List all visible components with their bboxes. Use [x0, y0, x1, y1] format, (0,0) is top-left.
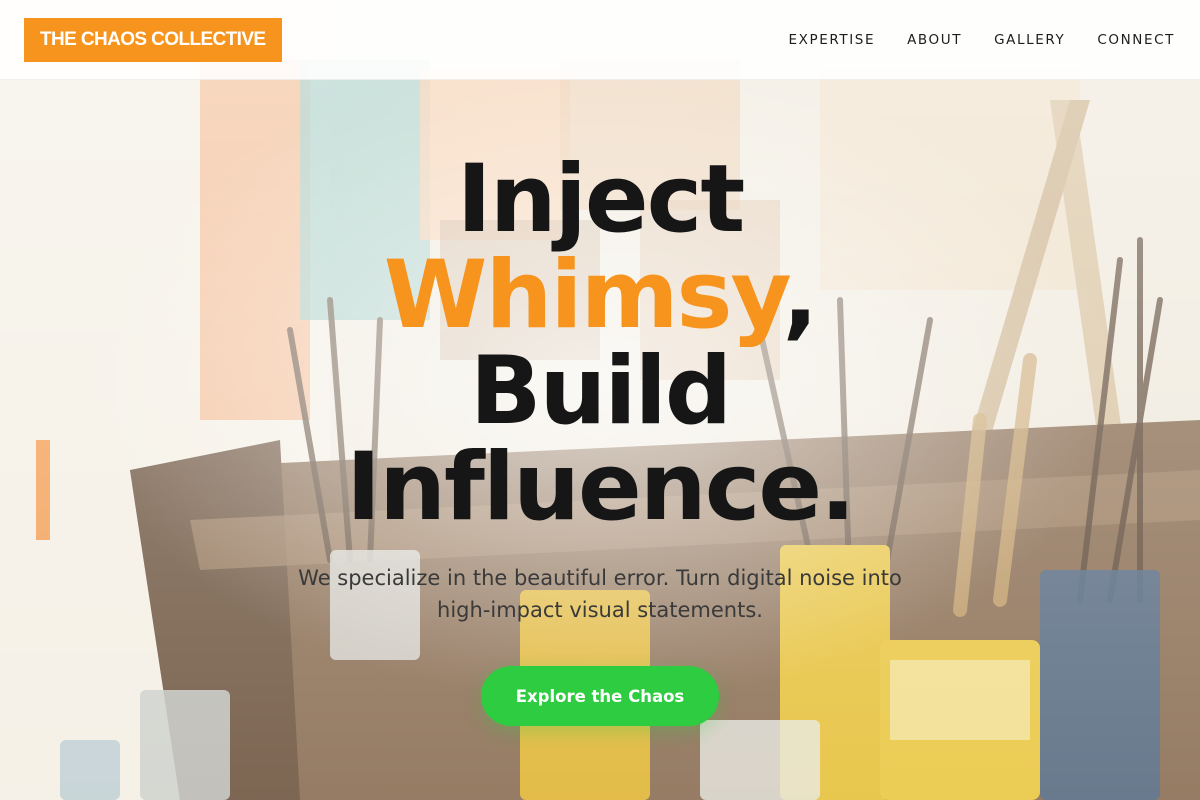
nav-item-expertise[interactable]: EXPERTISE	[789, 32, 876, 48]
hero-headline: Inject Whimsy, Build Influence.	[0, 152, 1200, 536]
headline-comma: ,	[782, 241, 818, 350]
nav-item-about[interactable]: ABOUT	[907, 32, 962, 48]
headline-line-1: Inject	[456, 145, 746, 254]
headline-accent-word: Whimsy	[383, 241, 785, 350]
headline-line-3: Build	[469, 337, 732, 446]
headline-line-2: Whimsy,	[0, 248, 1200, 344]
hero-subtitle-line-1: We specialize in the beautiful error. Tu…	[298, 566, 902, 590]
hero-subtitle-line-2: high-impact visual statements.	[437, 598, 763, 622]
main-nav: EXPERTISE ABOUT GALLERY CONNECT	[789, 32, 1176, 48]
nav-item-gallery[interactable]: GALLERY	[994, 32, 1065, 48]
brand-logo[interactable]: THE CHAOS COLLECTIVE	[24, 17, 282, 62]
headline-line-4: Influence.	[346, 433, 856, 542]
explore-chaos-button[interactable]: Explore the Chaos	[481, 666, 719, 726]
hero-subtitle: We specialize in the beautiful error. Tu…	[250, 562, 950, 626]
hero-section: Inject Whimsy, Build Influence. We speci…	[0, 80, 1200, 800]
site-header: THE CHAOS COLLECTIVE EXPERTISE ABOUT GAL…	[0, 0, 1200, 80]
nav-item-connect[interactable]: CONNECT	[1097, 32, 1175, 48]
